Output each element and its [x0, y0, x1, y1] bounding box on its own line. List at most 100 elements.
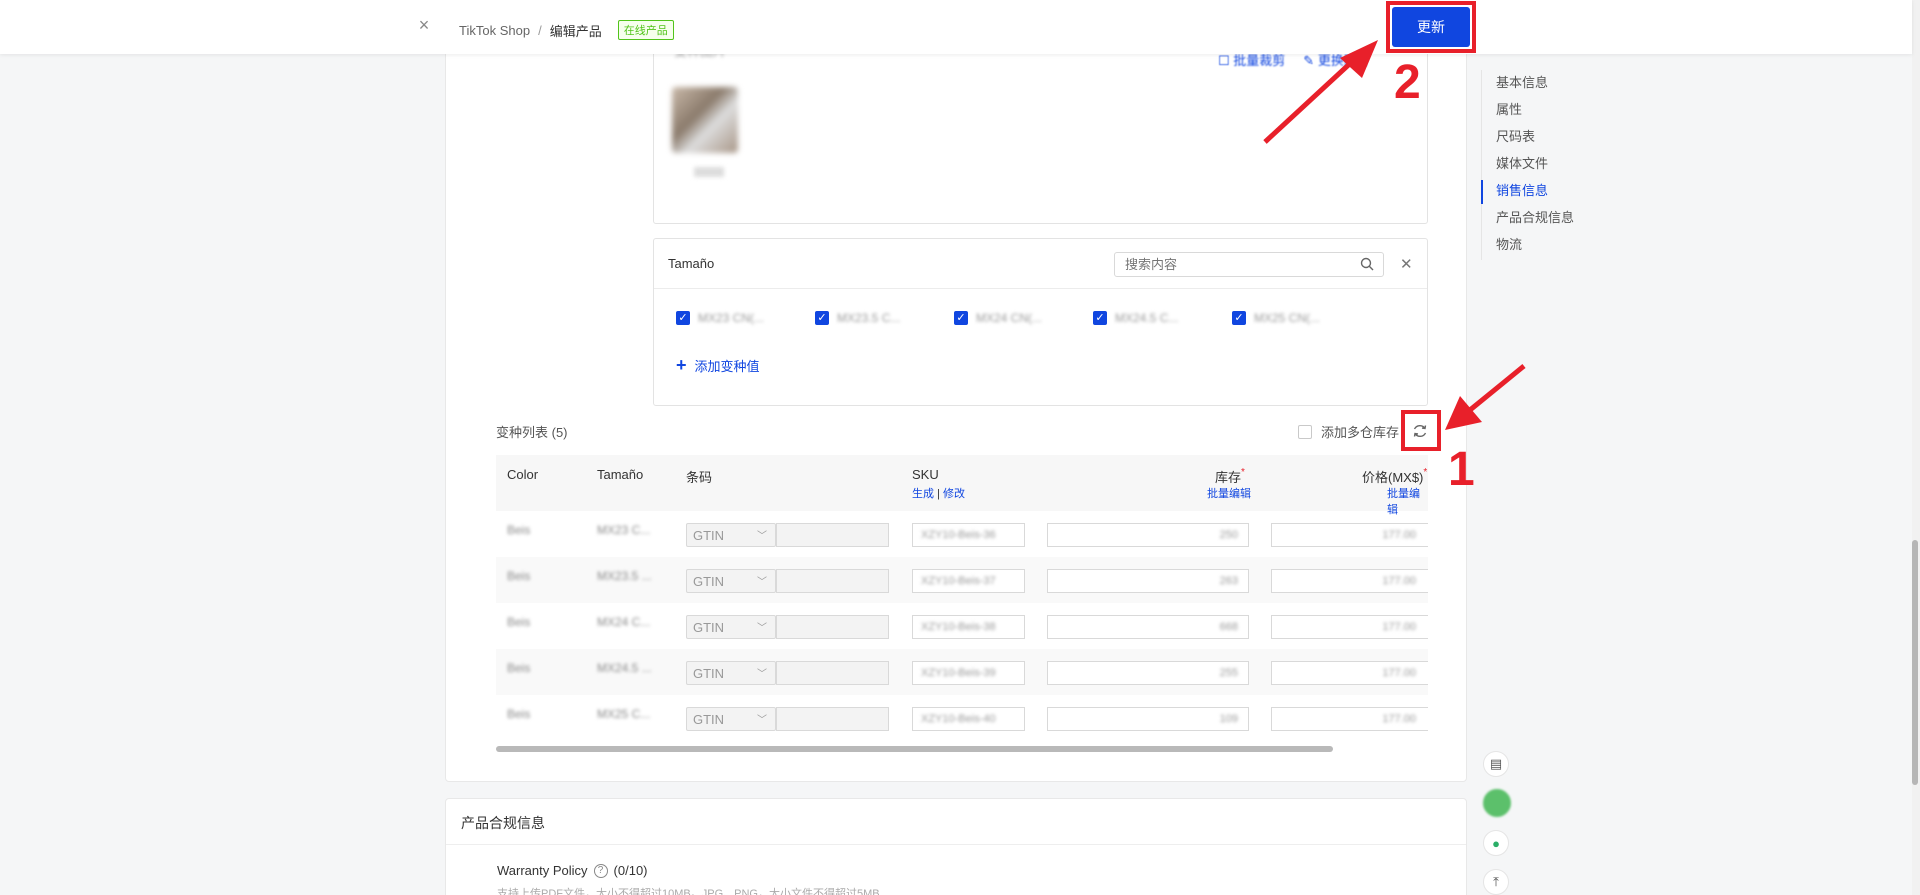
- nav-item-basic-info[interactable]: 基本信息: [1481, 72, 1574, 99]
- checkbox-icon[interactable]: [1298, 424, 1312, 439]
- nav-item-size-chart[interactable]: 尺码表: [1481, 126, 1574, 153]
- compliance-card: 产品合规信息 Warranty Policy ? (0/10) 支持上传PDF文…: [445, 798, 1467, 895]
- chevron-down-icon: ﹀: [757, 577, 767, 588]
- column-price: 价格(MX$)*: [1362, 467, 1428, 485]
- annotation-step-2: 2: [1394, 56, 1421, 109]
- page-scrollbar[interactable]: [1912, 0, 1920, 895]
- table-horizontal-scrollbar[interactable]: [496, 746, 1428, 753]
- sku-input[interactable]: XZY10-Beis-37: [912, 569, 1025, 593]
- clipboard-icon[interactable]: ▤: [1483, 751, 1509, 777]
- size-close-icon[interactable]: ✕: [1400, 255, 1413, 273]
- size-option[interactable]: ✓ MX24 CN(...: [954, 311, 1093, 325]
- variant-list-title: 变种列表 (5): [496, 425, 568, 440]
- cell-color: Beis: [507, 707, 531, 721]
- sku-input[interactable]: XZY10-Beis-36: [912, 523, 1025, 547]
- size-option[interactable]: ✓ MX23 CN(...: [676, 311, 815, 325]
- sku-input[interactable]: XZY10-Beis-38: [912, 615, 1025, 639]
- warranty-policy-field: Warranty Policy ? (0/10): [497, 863, 648, 878]
- gtin-select[interactable]: GTIN ﹀: [686, 523, 776, 547]
- stock-input[interactable]: 250: [1047, 523, 1249, 547]
- barcode-input[interactable]: [776, 523, 889, 547]
- variant-table: Color Tamaño 条码 SKU 生成 | 修改 库存* 批量编辑 价格(…: [496, 455, 1428, 741]
- table-row: Beis MX24 C... GTIN ﹀ XZY10-Beis-38 668 1…: [496, 603, 1428, 649]
- compliance-title: 产品合规信息: [461, 815, 545, 831]
- chevron-down-icon: ﹀: [757, 715, 767, 726]
- table-row: Beis MX24.5 ... GTIN ﹀ XZY10-Beis-39 255 …: [496, 649, 1428, 695]
- nav-item-logistics[interactable]: 物流: [1481, 234, 1574, 261]
- size-option[interactable]: ✓ MX24.5 C...: [1093, 311, 1232, 325]
- barcode-input[interactable]: [776, 569, 889, 593]
- gtin-select[interactable]: GTIN ﹀: [686, 661, 776, 685]
- price-input[interactable]: 177.00: [1271, 523, 1428, 547]
- size-option[interactable]: ✓ MX23.5 C...: [815, 311, 954, 325]
- nav-item-attributes[interactable]: 属性: [1481, 99, 1574, 126]
- page-scrollbar-thumb[interactable]: [1912, 540, 1918, 785]
- barcode-input[interactable]: [776, 661, 889, 685]
- search-icon[interactable]: [1360, 257, 1374, 271]
- sku-input[interactable]: XZY10-Beis-40: [912, 707, 1025, 731]
- price-input[interactable]: 177.00: [1271, 569, 1428, 593]
- multi-warehouse-toggle[interactable]: 添加多仓库存: [1298, 422, 1399, 441]
- stock-batch-edit-link[interactable]: 批量编辑: [1207, 485, 1251, 501]
- avatar[interactable]: [1483, 789, 1511, 817]
- sku-generate-link[interactable]: 生成: [912, 488, 934, 500]
- table-row: Beis MX23 C... GTIN ﹀ XZY10-Beis-36 250 1…: [496, 511, 1428, 557]
- variant-thumbnail-label: [694, 167, 724, 177]
- help-icon[interactable]: ?: [593, 863, 608, 878]
- stock-input[interactable]: 668: [1047, 615, 1249, 639]
- update-button[interactable]: 更新: [1392, 7, 1470, 47]
- size-options: ✓ MX23 CN(... ✓ MX23.5 C... ✓ MX24 CN(... ✓…: [676, 311, 1371, 325]
- barcode-input[interactable]: [776, 615, 889, 639]
- price-input[interactable]: 177.00: [1271, 661, 1428, 685]
- cell-color: Beis: [507, 661, 531, 675]
- cell-size: MX23.5 ...: [597, 569, 652, 583]
- plus-icon: +: [676, 355, 687, 375]
- gtin-select[interactable]: GTIN ﹀: [686, 615, 776, 639]
- checkbox-checked-icon[interactable]: ✓: [676, 311, 690, 325]
- checkbox-checked-icon[interactable]: ✓: [954, 311, 968, 325]
- section-nav: 基本信息 属性 尺码表 媒体文件 销售信息 产品合规信息 物流: [1481, 72, 1574, 261]
- size-option[interactable]: ✓ MX25 CN(...: [1232, 311, 1371, 325]
- stock-input[interactable]: 255: [1047, 661, 1249, 685]
- chat-icon[interactable]: ●: [1483, 830, 1509, 856]
- sku-input[interactable]: XZY10-Beis-39: [912, 661, 1025, 685]
- scrollbar-thumb[interactable]: [496, 746, 1333, 752]
- checkbox-checked-icon[interactable]: ✓: [1093, 311, 1107, 325]
- warranty-hint: 支持上传PDF文件，大小不得超过10MB。JPG、PNG，大小文件不得超过5MB: [497, 888, 880, 895]
- column-barcode: 条码: [686, 470, 713, 485]
- breadcrumb-separator: /: [538, 22, 542, 38]
- refresh-icon[interactable]: [1410, 421, 1430, 441]
- gtin-select[interactable]: GTIN ﹀: [686, 569, 776, 593]
- breadcrumb-root[interactable]: TikTok Shop: [459, 23, 530, 38]
- checkbox-checked-icon[interactable]: ✓: [815, 311, 829, 325]
- nav-item-media[interactable]: 媒体文件: [1481, 153, 1574, 180]
- close-icon[interactable]: ×: [414, 15, 434, 35]
- status-badge: 在线产品: [617, 20, 674, 40]
- gtin-select[interactable]: GTIN ﹀: [686, 707, 776, 731]
- price-input[interactable]: 177.00: [1271, 615, 1428, 639]
- sku-edit-link[interactable]: 修改: [943, 488, 965, 500]
- cell-color: Beis: [507, 615, 531, 629]
- size-section: Tamaño ✕ ✓MX23 CN(... ✓MX23.5 C... ✓MX24…: [653, 238, 1428, 406]
- stock-input[interactable]: 109: [1047, 707, 1249, 731]
- nav-item-compliance[interactable]: 产品合规信息: [1481, 207, 1574, 234]
- add-variant-value-button[interactable]: + 添加变种值: [676, 355, 760, 376]
- nav-item-sales-info[interactable]: 销售信息: [1481, 180, 1574, 207]
- checkbox-checked-icon[interactable]: ✓: [1232, 311, 1246, 325]
- cell-size: MX24.5 ...: [597, 661, 652, 675]
- column-size: Tamaño: [597, 467, 644, 482]
- annotation-step-1: 1: [1448, 443, 1475, 496]
- table-row: Beis MX25 C... GTIN ﹀ XZY10-Beis-40 109 1…: [496, 695, 1428, 741]
- divider: [446, 844, 1466, 845]
- barcode-input[interactable]: [776, 707, 889, 731]
- chevron-down-icon: ﹀: [757, 623, 767, 634]
- column-sku: SKU: [912, 467, 939, 482]
- price-input[interactable]: 177.00: [1271, 707, 1428, 731]
- cell-size: MX24 C...: [597, 615, 651, 629]
- size-search-input[interactable]: [1114, 252, 1384, 277]
- stock-input[interactable]: 263: [1047, 569, 1249, 593]
- column-color: Color: [507, 467, 539, 482]
- sku-actions: 生成 | 修改: [912, 488, 965, 500]
- variant-thumbnail[interactable]: [672, 87, 738, 153]
- back-to-top-icon[interactable]: ⤒: [1483, 869, 1509, 895]
